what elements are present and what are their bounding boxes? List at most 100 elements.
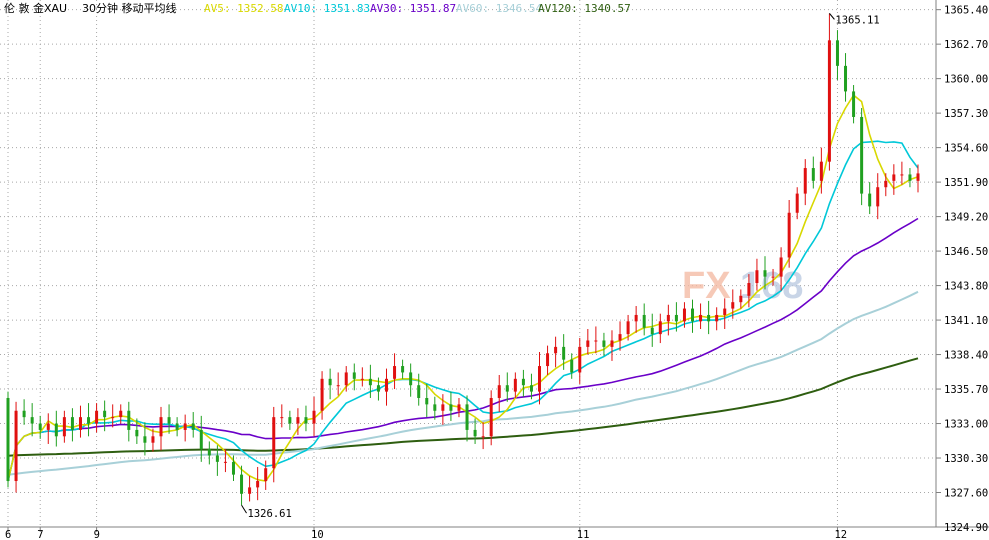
- candle-body: [513, 378, 517, 392]
- candle-body: [731, 302, 735, 309]
- candle-body: [682, 308, 686, 322]
- candle-body: [384, 378, 388, 392]
- ma-label-av10: AV10: 1351.83: [284, 2, 370, 15]
- candle-body: [256, 481, 260, 488]
- candle-body: [368, 378, 372, 386]
- candle-body: [521, 378, 525, 386]
- x-tick-label: 9: [94, 529, 100, 540]
- y-tick-label: 1354.60: [944, 143, 988, 155]
- candle-body: [360, 378, 364, 380]
- ma-label-av5: AV5: 1352.58: [204, 2, 283, 15]
- candle-body: [546, 353, 550, 367]
- candle-body: [304, 417, 308, 424]
- candle-body: [151, 436, 155, 443]
- candle-body: [240, 474, 244, 494]
- candle-body: [352, 372, 356, 379]
- y-tick-label: 1324.90: [944, 522, 988, 534]
- candle-body: [489, 397, 493, 437]
- candle-body: [417, 385, 421, 398]
- candle-body: [393, 366, 397, 379]
- candle-body: [699, 314, 703, 322]
- candle-body: [191, 423, 195, 430]
- candle-body: [46, 423, 50, 430]
- y-tick-label: 1346.50: [944, 246, 988, 258]
- candle-body: [465, 404, 469, 430]
- candle-body: [78, 417, 82, 430]
- candle-body: [835, 40, 839, 66]
- ma-label-av30: AV30: 1351.87: [370, 2, 456, 15]
- candle-body: [795, 193, 799, 213]
- candle-body: [215, 455, 219, 462]
- candle-body: [312, 410, 316, 424]
- candle-body: [908, 174, 912, 181]
- candle-body: [747, 283, 751, 296]
- y-tick-label: 1341.10: [944, 315, 988, 327]
- candle-body: [425, 397, 429, 405]
- candle-body: [401, 366, 405, 373]
- candle-body: [626, 321, 630, 335]
- candle-body: [344, 372, 348, 386]
- candle-body: [844, 65, 848, 92]
- candle-body: [876, 187, 880, 207]
- candle-body: [650, 327, 654, 335]
- candle-body: [376, 385, 380, 392]
- x-tick-label: 12: [834, 529, 847, 540]
- y-tick-label: 1357.30: [944, 108, 988, 120]
- candle-body: [14, 410, 18, 482]
- candle-body: [264, 468, 268, 482]
- y-tick-label: 1335.70: [944, 384, 988, 396]
- candle-body: [505, 385, 509, 392]
- candle-body: [787, 212, 791, 258]
- candle-body: [811, 168, 815, 181]
- watermark-text-fx: FX: [682, 265, 731, 307]
- candle-body: [87, 417, 91, 424]
- candle-body: [707, 314, 711, 322]
- candle-body: [771, 276, 775, 278]
- candle-body: [409, 372, 413, 386]
- annotation-label: 1365.11: [835, 14, 879, 26]
- candle-body: [860, 116, 864, 194]
- candle-body: [111, 417, 115, 419]
- candle-body: [199, 429, 203, 450]
- candle-body: [739, 295, 743, 303]
- chart-header: 伦 敦 金XAU 30分钟 移动平均线 AV5: 1352.58 AV10: 1…: [4, 1, 631, 15]
- candle-body: [95, 410, 99, 424]
- y-tick-label: 1349.20: [944, 212, 988, 224]
- x-tick-label: 7: [37, 529, 43, 540]
- candle-body: [570, 359, 574, 373]
- candle-body: [248, 487, 252, 494]
- candle-body: [280, 417, 284, 419]
- candle-body: [868, 193, 872, 207]
- candle-body: [473, 429, 477, 437]
- candle-body: [852, 91, 856, 117]
- candle-body: [884, 180, 888, 188]
- candle-body: [610, 340, 614, 347]
- candle-body: [529, 385, 533, 392]
- y-tick-label: 1327.60: [944, 488, 988, 500]
- candle-body: [54, 423, 58, 437]
- candle-body: [135, 429, 139, 437]
- candle-body: [481, 436, 485, 438]
- candle-body: [642, 314, 646, 328]
- candle-body: [127, 410, 131, 430]
- candle-body: [618, 334, 622, 341]
- candle-body: [175, 423, 179, 430]
- candle-body: [6, 397, 10, 482]
- candle-body: [723, 308, 727, 315]
- candle-body: [62, 417, 66, 437]
- candle-body: [819, 161, 823, 181]
- instrument-title: 伦 敦 金XAU: [4, 1, 67, 15]
- candle-body: [602, 340, 606, 347]
- candle-body: [272, 417, 276, 469]
- y-tick-label: 1360.00: [944, 74, 988, 86]
- candle-body: [328, 378, 332, 386]
- candle-body: [666, 314, 670, 322]
- candle-body: [674, 314, 678, 322]
- candle-body: [336, 385, 340, 387]
- candle-body: [143, 436, 147, 443]
- candle-body: [119, 410, 123, 418]
- y-tick-label: 1343.80: [944, 281, 988, 293]
- candle-body: [457, 404, 461, 411]
- candle-body: [441, 404, 445, 411]
- candle-body: [562, 346, 566, 360]
